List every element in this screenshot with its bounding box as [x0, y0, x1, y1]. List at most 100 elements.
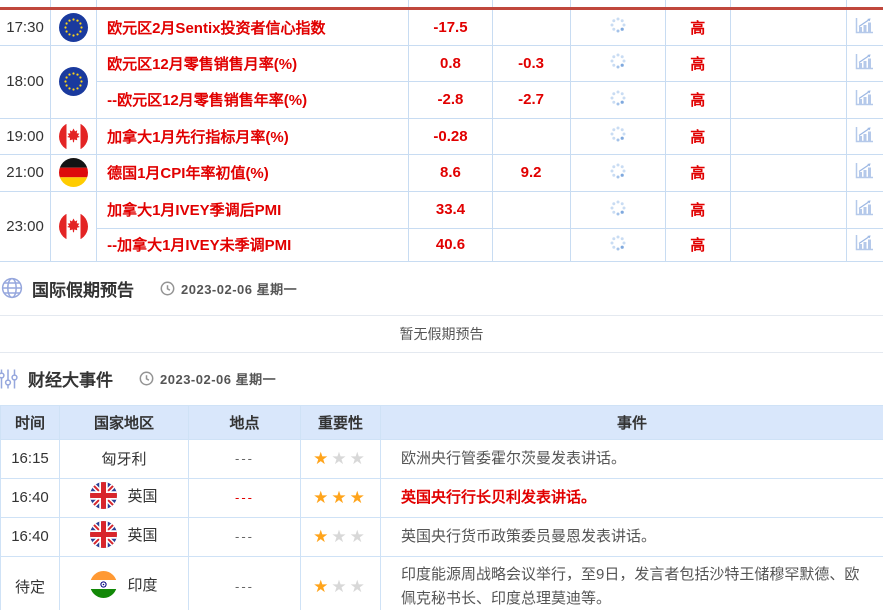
holiday-section-header: 国际假期预告 2023-02-06 星期一	[0, 262, 883, 315]
econ-row[interactable]: 21:00 德国1月CPI年率初值(%) 8.6 9.2 高	[0, 154, 883, 191]
country-cell: 英国	[60, 517, 189, 556]
econ-row[interactable]: --加拿大1月IVEY未季调PMI 40.6 高	[0, 228, 883, 261]
forecast-value	[492, 191, 570, 228]
importance-badge: 高	[665, 228, 730, 261]
previous-value: 0.8	[409, 45, 492, 81]
econ-row[interactable]: --欧元区12月零售销售年率(%) -2.8 -2.7 高	[0, 81, 883, 118]
loading-spinner-icon	[570, 228, 665, 261]
loading-spinner-icon	[570, 45, 665, 81]
importance-stars: ★★★	[301, 478, 381, 517]
importance-badge: 高	[665, 191, 730, 228]
event-description[interactable]: 英国央行货币政策委员曼恩发表讲话。	[381, 517, 883, 556]
location-cell: ---	[189, 478, 301, 517]
country-cell: 英国	[60, 478, 189, 517]
economic-calendar-page: 17:30 欧元区2月Sentix投资者信心指数 -17.5 高 18:00 欧…	[0, 0, 883, 610]
event-time: 16:15	[1, 439, 60, 478]
importance-badge: 高	[665, 154, 730, 191]
col-header-event: 事件	[381, 405, 883, 439]
previous-value: -0.28	[409, 118, 492, 154]
col-header-time: 时间	[1, 405, 60, 439]
loading-spinner-icon	[570, 154, 665, 191]
location-cell: ---	[189, 439, 301, 478]
econ-row[interactable]: 23:00 加拿大1月IVEY季调后PMI 33.4 高	[0, 191, 883, 228]
loading-spinner-icon	[570, 118, 665, 154]
events-table-header: 时间 国家地区 地点 重要性 事件	[1, 405, 883, 439]
country-cell: 匈牙利	[60, 439, 189, 478]
canada-flag-icon	[51, 191, 97, 261]
event-description[interactable]: 欧洲央行管委霍尔茨曼发表讲话。	[381, 439, 883, 478]
country-name: 英国	[127, 524, 157, 545]
clock-icon	[139, 371, 154, 386]
country-cell: 印度	[60, 556, 189, 610]
empty-cell	[730, 228, 846, 261]
country-name: 英国	[127, 485, 157, 506]
forecast-value: -2.7	[492, 81, 570, 118]
empty-cell	[730, 191, 846, 228]
empty-cell	[730, 45, 846, 81]
event-row[interactable]: 16:15 匈牙利 --- ★★★ 欧洲央行管委霍尔茨曼发表讲话。	[1, 439, 883, 478]
event-row[interactable]: 待定 印度 --- ★★★ 印度能源周战略会议举行，至9日，发言者包括沙特王储穆…	[1, 556, 883, 610]
event-description[interactable]: 英国央行行长贝利发表讲话。	[381, 478, 883, 517]
location-cell: ---	[189, 517, 301, 556]
importance-badge: 高	[665, 81, 730, 118]
eu-flag-icon	[51, 10, 97, 45]
indicator-name[interactable]: 加拿大1月先行指标月率(%)	[97, 118, 409, 154]
bar-chart-icon[interactable]	[846, 228, 883, 261]
previous-value: -17.5	[409, 10, 492, 45]
col-header-country: 国家地区	[60, 405, 189, 439]
bar-chart-icon[interactable]	[846, 10, 883, 45]
forecast-value	[492, 118, 570, 154]
forecast-value: -0.3	[492, 45, 570, 81]
bar-chart-icon[interactable]	[846, 81, 883, 118]
indicator-name[interactable]: 欧元区12月零售销售月率(%)	[97, 45, 409, 81]
forecast-value: 9.2	[492, 154, 570, 191]
date-group: 2023-02-06 星期一	[139, 369, 276, 388]
empty-cell	[730, 10, 846, 45]
clock-icon	[160, 281, 175, 296]
india-flag-icon	[90, 571, 117, 598]
uk-flag-icon	[90, 482, 117, 509]
event-row[interactable]: 16:40 英国 --- ★★★ 英国央行行长贝利发表讲话。	[1, 478, 883, 517]
event-time: 19:00	[0, 118, 51, 154]
event-time: 16:40	[1, 517, 60, 556]
event-row[interactable]: 16:40 英国 --- ★★★ 英国央行货币政策委员曼恩发表讲话。	[1, 517, 883, 556]
section-title: 国际假期预告	[32, 276, 134, 301]
event-description[interactable]: 印度能源周战略会议举行，至9日，发言者包括沙特王储穆罕默德、欧佩克秘书长、印度总…	[381, 556, 883, 610]
section-date: 2023-02-06 星期一	[181, 279, 297, 298]
econ-row[interactable]: 19:00 加拿大1月先行指标月率(%) -0.28 高	[0, 118, 883, 154]
previous-value: 33.4	[409, 191, 492, 228]
event-time: 16:40	[1, 478, 60, 517]
bar-chart-icon[interactable]	[846, 191, 883, 228]
indicator-name[interactable]: 加拿大1月IVEY季调后PMI	[97, 191, 409, 228]
section-title: 财经大事件	[28, 366, 113, 391]
globe-icon	[1, 277, 23, 299]
previous-value: -2.8	[409, 81, 492, 118]
bar-chart-icon[interactable]	[846, 118, 883, 154]
canada-flag-icon	[51, 118, 97, 154]
no-holiday-row: 暂无假期预告	[0, 315, 883, 353]
event-time: 17:30	[0, 10, 51, 45]
event-time: 23:00	[0, 191, 51, 261]
indicator-name[interactable]: --欧元区12月零售销售年率(%)	[97, 81, 409, 118]
events-section-header: 财经大事件 2023-02-06 星期一	[0, 353, 883, 405]
germany-flag-icon	[51, 154, 97, 191]
uk-flag-icon	[90, 521, 117, 548]
indicator-name[interactable]: 德国1月CPI年率初值(%)	[97, 154, 409, 191]
location-cell: ---	[189, 556, 301, 610]
econ-row[interactable]: 17:30 欧元区2月Sentix投资者信心指数 -17.5 高	[0, 10, 883, 45]
indicator-name[interactable]: 欧元区2月Sentix投资者信心指数	[97, 10, 409, 45]
forecast-value	[492, 10, 570, 45]
empty-cell	[730, 154, 846, 191]
bar-chart-icon[interactable]	[846, 154, 883, 191]
indicator-name[interactable]: --加拿大1月IVEY未季调PMI	[97, 228, 409, 261]
col-header-importance: 重要性	[301, 405, 381, 439]
previous-value: 40.6	[409, 228, 492, 261]
bar-chart-icon[interactable]	[846, 45, 883, 81]
loading-spinner-icon	[570, 191, 665, 228]
sliders-icon	[0, 368, 19, 390]
section-date: 2023-02-06 星期一	[160, 369, 276, 388]
econ-row[interactable]: 18:00 欧元区12月零售销售月率(%) 0.8 -0.3 高	[0, 45, 883, 81]
empty-cell	[730, 118, 846, 154]
country-name: 印度	[127, 574, 157, 595]
loading-spinner-icon	[570, 10, 665, 45]
